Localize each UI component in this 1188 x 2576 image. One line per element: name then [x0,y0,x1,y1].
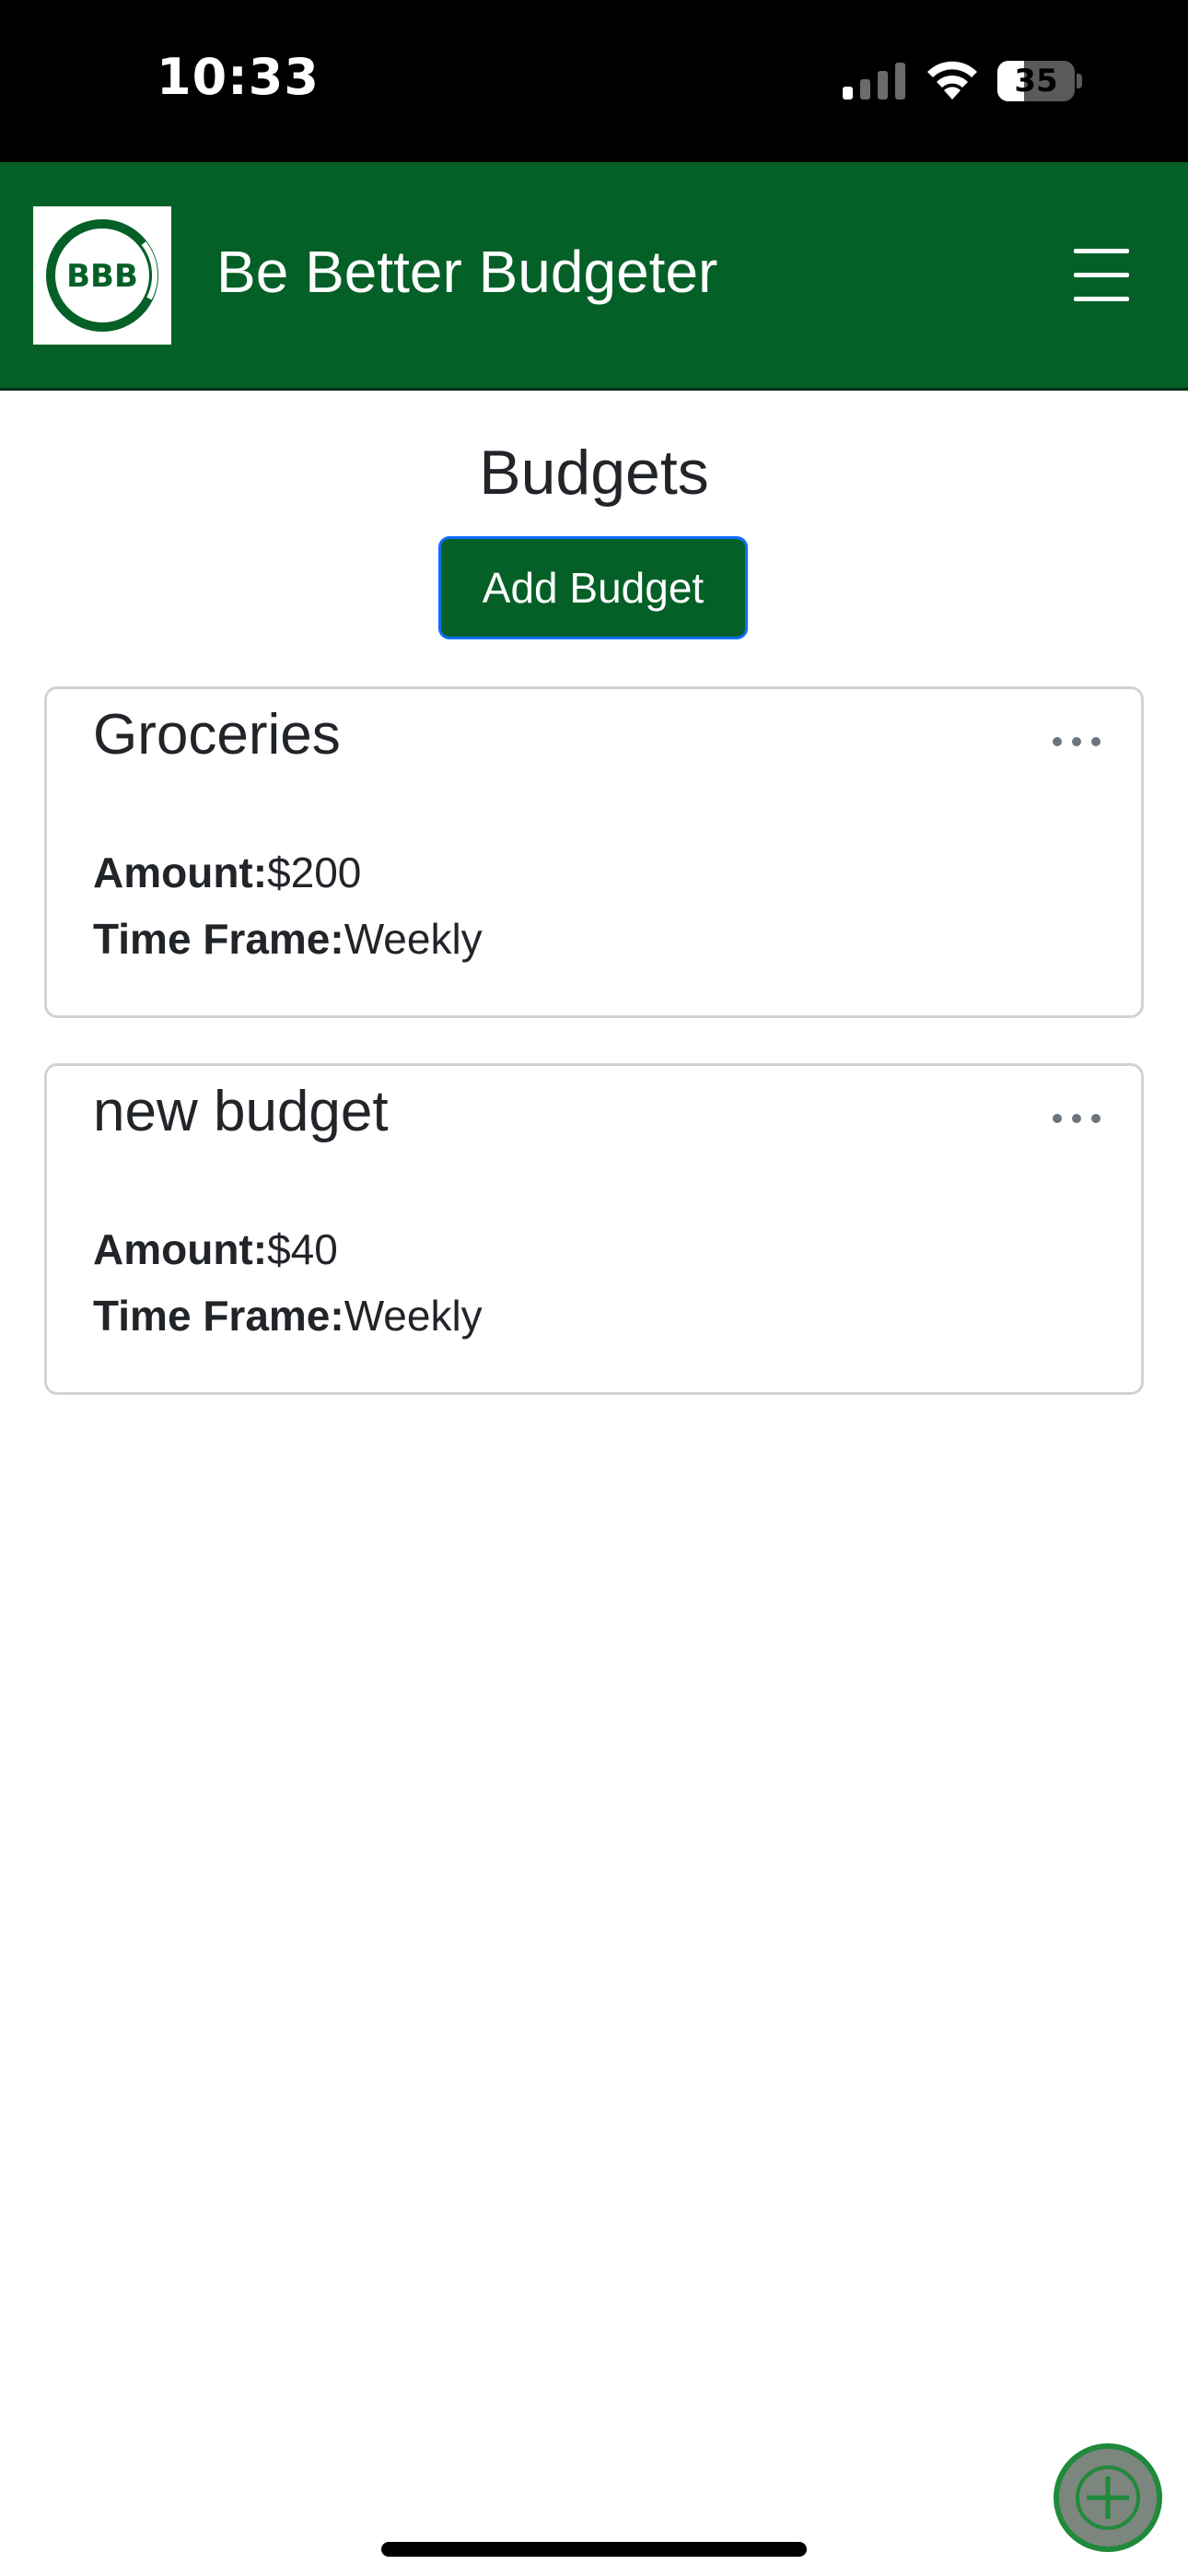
battery-level: 35 [1014,63,1058,100]
timeframe-label: Time Frame: [93,915,344,963]
budget-amount: Amount:$40 [93,1224,338,1274]
brand-logo[interactable]: BBB [33,206,171,345]
timeframe-value: Weekly [344,915,483,963]
plus-icon [1076,2465,1140,2530]
battery-icon: 35 [997,61,1084,101]
brand-title[interactable]: Be Better Budgeter [216,238,717,306]
timeframe-value: Weekly [344,1292,483,1340]
hamburger-menu-icon [1074,249,1129,253]
budget-card: Groceries Amount:$200 Time Frame:Weekly [44,686,1144,1018]
more-options-icon[interactable] [1049,1099,1104,1136]
navbar: BBB Be Better Budgeter [0,162,1188,391]
page-title: Budgets [479,438,709,508]
home-indicator[interactable] [381,2542,807,2557]
budget-name: Groceries [93,703,341,767]
amount-label: Amount: [93,1225,268,1273]
hamburger-menu-button[interactable] [1059,241,1144,308]
status-time: 10:33 [157,48,320,106]
budget-name: new budget [93,1080,389,1143]
more-options-icon[interactable] [1049,722,1104,759]
budget-timeframe: Time Frame:Weekly [93,1291,483,1341]
budget-timeframe: Time Frame:Weekly [93,914,483,964]
add-budget-button[interactable]: Add Budget [438,536,748,639]
wifi-icon [924,57,981,101]
add-fab-button[interactable] [1054,2443,1162,2552]
timeframe-label: Time Frame: [93,1292,344,1340]
status-bar: 10:33 35 [0,0,1188,162]
brand-logo-text: BBB [66,258,138,295]
cellular-signal-icon [843,63,905,100]
budget-amount: Amount:$200 [93,848,361,897]
amount-value: $200 [267,849,362,896]
amount-label: Amount: [93,849,268,896]
budget-card: new budget Amount:$40 Time Frame:Weekly [44,1063,1144,1395]
amount-value: $40 [267,1225,338,1273]
